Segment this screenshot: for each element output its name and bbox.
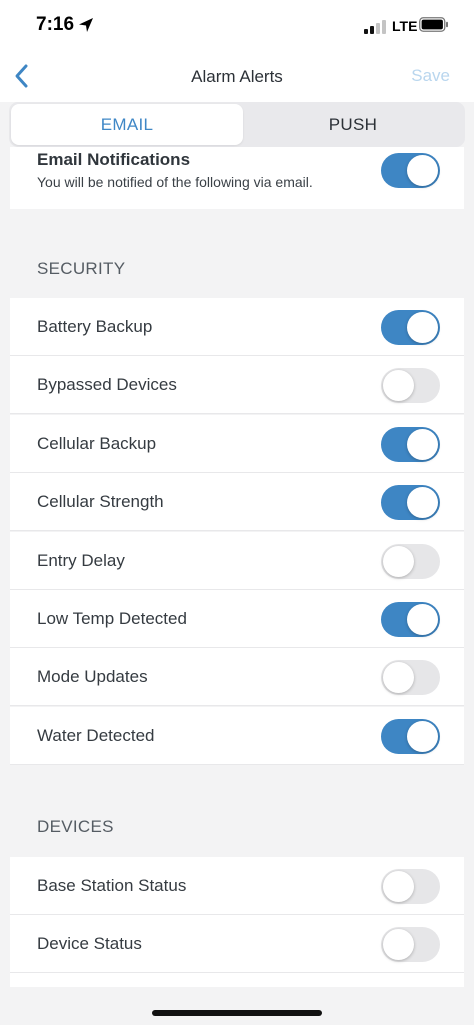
list-item-mode-updates: Mode Updates: [10, 648, 464, 706]
toggle-knob: [407, 312, 438, 343]
nav-bar: Alarm Alerts Save: [0, 52, 474, 102]
low-temp-detected-toggle[interactable]: [381, 602, 440, 637]
network-type: LTE: [392, 18, 418, 34]
bypassed-devices-toggle[interactable]: [381, 368, 440, 403]
list-item-water-detected: Water Detected: [10, 707, 464, 765]
row-label: Water Detected: [37, 726, 155, 745]
channel-tabs: EMAIL PUSH: [9, 102, 465, 147]
row-label: Battery Backup: [37, 317, 153, 336]
cellular-strength-toggle[interactable]: [381, 485, 440, 520]
toggle-knob: [407, 721, 438, 752]
row-label: Mode Updates: [37, 667, 148, 686]
battery-icon: [419, 17, 448, 32]
battery-backup-toggle[interactable]: [381, 310, 440, 345]
email-notifications-card: Email Notifications You will be notified…: [10, 147, 464, 209]
status-time: 7:16: [36, 14, 75, 35]
toggle-knob: [407, 604, 438, 635]
toggle-knob: [407, 487, 438, 518]
row-label: Bypassed Devices: [37, 375, 177, 394]
water-detected-toggle[interactable]: [381, 719, 440, 754]
page-title: Alarm Alerts: [191, 67, 283, 86]
list-item-cellular-backup: Cellular Backup: [10, 415, 464, 473]
mode-updates-toggle[interactable]: [381, 660, 440, 695]
section-header-security: SECURITY: [37, 259, 126, 278]
list-item-low-temp-detected: Low Temp Detected: [10, 590, 464, 648]
email-notifications-subtitle: You will be notified of the following vi…: [37, 174, 313, 190]
toggle-knob: [407, 429, 438, 460]
list-item-base-station-status: Base Station Status: [10, 857, 464, 915]
list-item-partial: [10, 973, 464, 987]
list-item-device-status: Device Status: [10, 915, 464, 973]
toggle-knob: [383, 929, 414, 960]
list-item-battery-backup: Battery Backup: [10, 298, 464, 356]
cellular-signal-icon: [364, 20, 386, 34]
list-item-cellular-strength: Cellular Strength: [10, 473, 464, 531]
location-arrow-icon: [79, 18, 93, 32]
save-button[interactable]: Save: [411, 66, 450, 86]
status-bar: 7:16 LTE: [0, 0, 474, 52]
section-header-devices: DEVICES: [37, 817, 114, 836]
list-item-bypassed-devices: Bypassed Devices: [10, 356, 464, 414]
row-label: Cellular Strength: [37, 492, 164, 511]
row-label: Entry Delay: [37, 551, 125, 570]
email-notifications-title: Email Notifications: [37, 150, 191, 169]
tab-push[interactable]: PUSH: [243, 104, 463, 145]
toggle-knob: [383, 871, 414, 902]
device-status-toggle[interactable]: [381, 927, 440, 962]
row-label: Device Status: [37, 934, 142, 953]
home-indicator: [152, 1010, 322, 1016]
toggle-knob: [407, 155, 438, 186]
row-label: Cellular Backup: [37, 434, 157, 453]
row-label: Low Temp Detected: [37, 609, 187, 628]
entry-delay-toggle[interactable]: [381, 544, 440, 579]
toggle-knob: [383, 370, 414, 401]
list-item-entry-delay: Entry Delay: [10, 532, 464, 590]
email-notifications-toggle[interactable]: [381, 153, 440, 188]
toggle-knob: [383, 546, 414, 577]
tab-email[interactable]: EMAIL: [11, 104, 243, 145]
base-station-status-toggle[interactable]: [381, 869, 440, 904]
row-label: Base Station Status: [37, 876, 187, 895]
toggle-knob: [383, 662, 414, 693]
cellular-backup-toggle[interactable]: [381, 427, 440, 462]
